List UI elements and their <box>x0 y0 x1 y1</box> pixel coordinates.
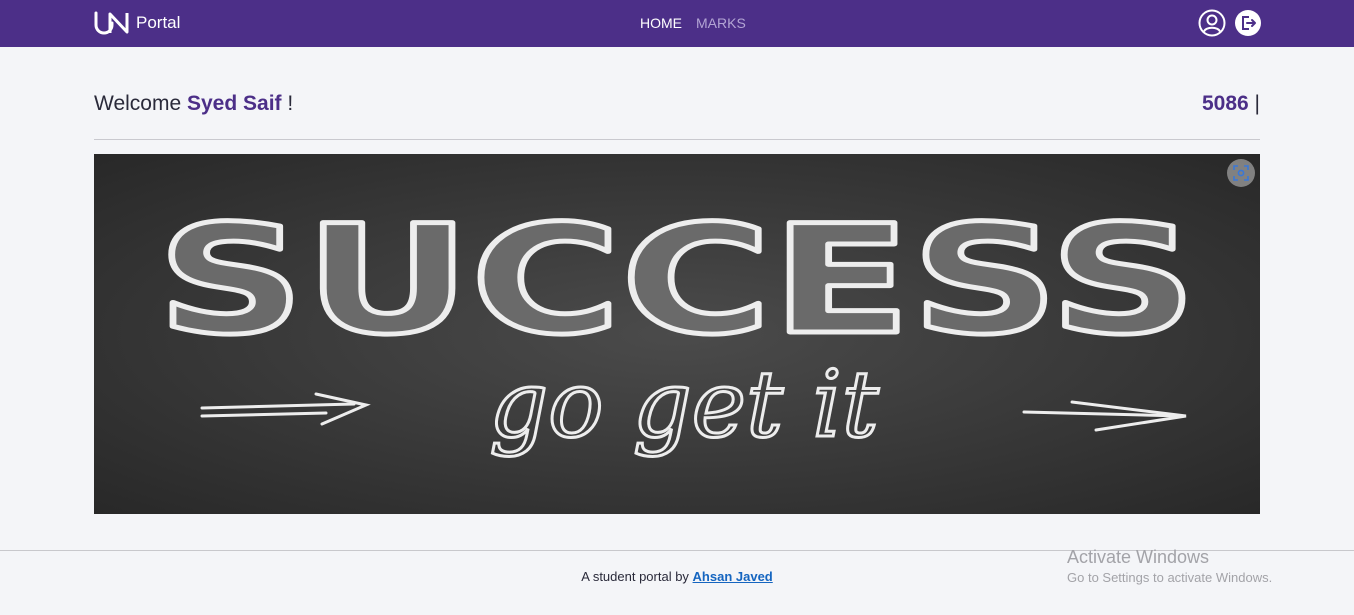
image-search-icon <box>1233 165 1249 181</box>
navbar: Portal HOME MARKS <box>0 0 1354 47</box>
student-code-number: 5086 <box>1201 92 1249 115</box>
welcome-prefix: Welcome <box>94 92 187 115</box>
watermark-title: Activate Windows <box>1067 547 1210 567</box>
main-nav: HOME MARKS <box>640 14 746 32</box>
watermark-subtitle: Go to Settings to activate Windows. <box>1067 570 1273 585</box>
hero-headline: SUCCESS <box>157 194 1197 368</box>
footer-text: A student portal by <box>581 569 693 584</box>
footer-author-link[interactable]: Ahsan Javed <box>693 569 773 584</box>
welcome-suffix: ! <box>281 92 294 115</box>
logout-icon[interactable] <box>1234 9 1262 37</box>
chalkboard-image: SUCCESS go get it <box>94 154 1260 514</box>
nav-home-link[interactable]: HOME <box>640 14 682 32</box>
windows-activation-watermark: Activate Windows Go to Settings to activ… <box>1067 546 1272 588</box>
hero-image: SUCCESS go get it <box>94 154 1260 514</box>
brand-text: Portal <box>136 13 181 32</box>
welcome-heading: Welcome Syed Saif ! <box>94 92 293 116</box>
nav-actions <box>1198 9 1262 37</box>
code-separator: | <box>1248 92 1260 115</box>
nav-marks-link[interactable]: MARKS <box>696 14 746 32</box>
student-name: Syed Saif <box>186 92 282 115</box>
student-code: 5086 | <box>1202 92 1260 116</box>
hero-subline: go get it <box>489 351 880 458</box>
un-logo-icon <box>94 11 129 35</box>
user-circle-icon[interactable] <box>1198 9 1226 37</box>
brand-logo[interactable]: Portal <box>94 11 180 35</box>
header-divider <box>94 139 1260 140</box>
image-search-button[interactable] <box>1227 159 1255 187</box>
